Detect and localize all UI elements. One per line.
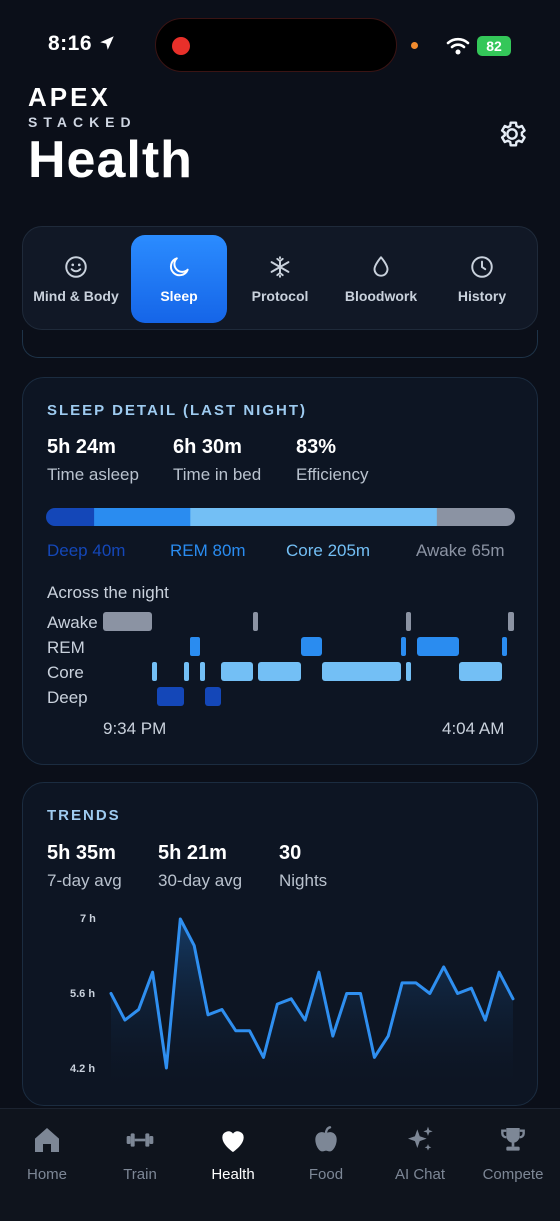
nav-food[interactable]: Food: [286, 1124, 366, 1183]
nav-compete[interactable]: Compete: [473, 1124, 553, 1183]
nav-label: AI Chat: [394, 1166, 446, 1183]
heart-icon: [222, 1131, 244, 1152]
nav-train[interactable]: Train: [100, 1124, 180, 1183]
nav-label: Health: [211, 1166, 255, 1183]
nav-label: Home: [26, 1166, 67, 1183]
trophy-icon: [501, 1128, 525, 1151]
apple-icon: [315, 1126, 337, 1152]
dumbbell-icon: [126, 1133, 154, 1147]
nav-label: Train: [123, 1166, 157, 1183]
nav-home[interactable]: Home: [7, 1124, 87, 1183]
nav-health[interactable]: Health: [193, 1124, 273, 1183]
sparkles-icon: [408, 1126, 433, 1151]
trend-chart: [109, 917, 515, 1084]
nav-label: Compete: [482, 1166, 544, 1183]
nav-ai-chat[interactable]: AI Chat: [380, 1124, 460, 1183]
home-icon: [35, 1128, 59, 1152]
nav-label: Food: [308, 1166, 344, 1183]
